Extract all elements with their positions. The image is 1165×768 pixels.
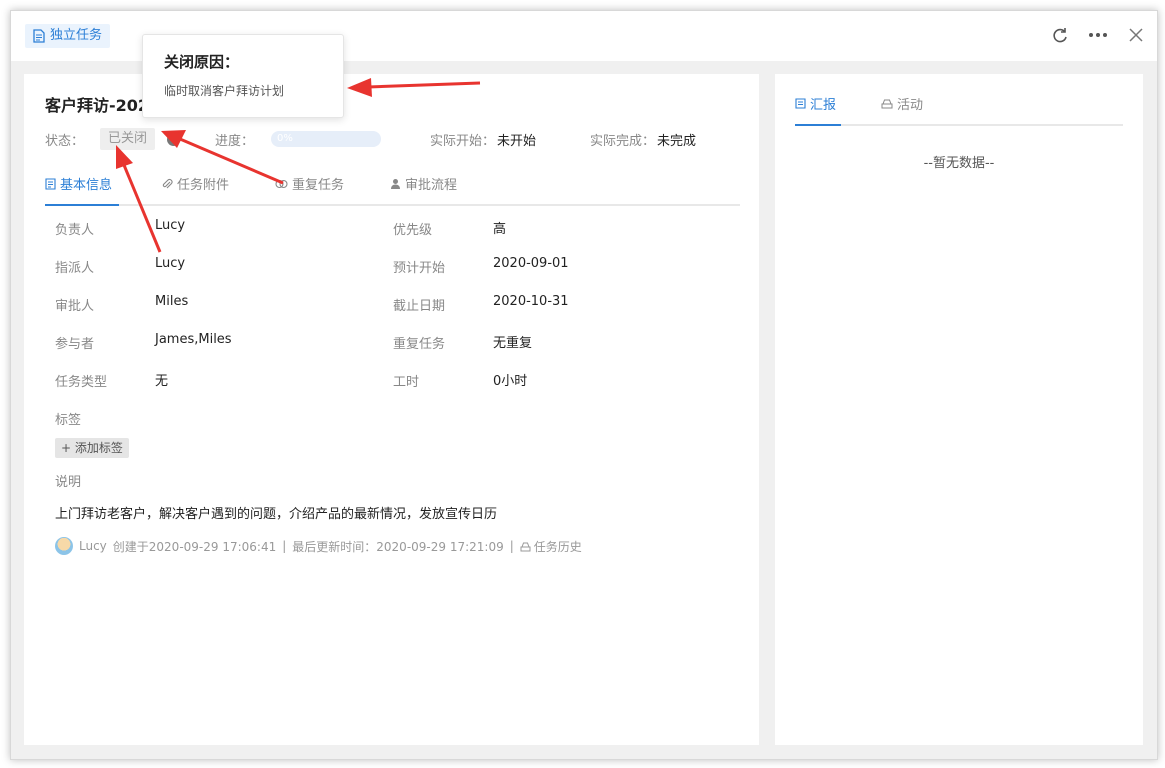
participants-value: James,Miles [155,332,232,347]
assigner-label: 指派人 [55,261,95,276]
owner-value: Lucy [155,218,186,233]
task-main-panel: 客户拜访-2020 状态： 已关闭 i 进度： 0% 实际开始： 未开始 实际完… [24,74,759,745]
actual-finish-label: 实际完成： [590,134,656,149]
detail-tabs: 基本信息 任务附件 重复任务 审批流程 [45,174,740,206]
task-history-label: 任务历史 [533,539,582,554]
document-icon [33,29,45,43]
tags-label: 标签 [55,413,82,428]
avatar [55,537,73,555]
footer-separator: | [282,539,287,553]
tab-attachments[interactable]: 任务附件 [161,174,229,204]
task-type-tag: 独立任务 [25,24,111,48]
add-tag-button[interactable]: + 添加标签 [55,438,129,458]
tab-report-label: 汇报 [810,98,837,113]
priority-label: 优先级 [393,223,433,238]
task-meta-row: 状态： 已关闭 i 进度： 0% 实际开始： 未开始 实际完成： 未完成 [45,128,735,150]
footer-user: Lucy [79,539,107,553]
progress-bar: 0% [271,131,381,147]
activity-icon [881,99,893,109]
task-detail-window: 独立任务 客户拜访-2020 状态： 已关闭 i 进度： 0% 实际开始： 未开… [10,10,1158,760]
actual-start-value: 未开始 [497,134,537,149]
right-tabs: 汇报 活动 [795,94,1123,126]
tab-report[interactable]: 汇报 [795,94,841,126]
refresh-icon[interactable] [1049,24,1071,46]
progress-label: 进度： [215,134,255,149]
task-footer-meta: Lucy 创建于2020-09-29 17:06:41 | 最后更新时间：202… [55,536,582,556]
info-icon[interactable]: i [167,133,180,146]
description-label: 说明 [55,475,82,490]
hours-label: 工时 [393,375,420,390]
tab-activity[interactable]: 活动 [881,94,923,124]
deadline-value: 2020-10-31 [493,294,569,309]
assigner-value: Lucy [155,256,186,271]
popover-body: 临时取消客户拜访计划 [164,84,285,98]
actual-finish-value: 未完成 [657,134,697,149]
tab-approval-flow-label: 审批流程 [405,178,458,193]
report-activity-panel: 汇报 活动 --暂无数据-- [775,74,1143,745]
tab-basic-info-label: 基本信息 [60,178,113,193]
document-icon [45,178,56,190]
status-label: 状态： [45,134,85,149]
history-icon [520,542,531,551]
footer-created: 创建于2020-09-29 17:06:41 [112,539,277,554]
tab-repeat-task-label: 重复任务 [292,178,345,193]
footer-updated: 最后更新时间：2020-09-29 17:21:09 [292,539,504,554]
task-type-field-value: 无 [155,374,169,389]
status-badge: 已关闭 [100,128,156,150]
empty-state-text: --暂无数据-- [923,156,995,171]
planned-start-label: 预计开始 [393,261,446,276]
planned-start-value: 2020-09-01 [493,256,569,271]
approver-label: 审批人 [55,299,95,314]
repeat-label: 重复任务 [393,337,446,352]
actual-start-label: 实际开始： [430,134,496,149]
task-type-field-label: 任务类型 [55,375,108,390]
priority-value: 高 [493,222,507,237]
owner-label: 负责人 [55,223,95,238]
progress-text: 0% [277,133,293,144]
user-icon [391,179,400,189]
paperclip-icon [162,178,173,189]
description-text: 上门拜访老客户，解决客户遇到的问题，介绍产品的最新情况，发放宣传日历 [55,507,498,522]
participants-label: 参与者 [55,337,95,352]
report-icon [795,98,806,109]
tab-attachments-label: 任务附件 [177,178,230,193]
repeat-icon [275,179,288,189]
task-history-link[interactable]: 任务历史 [520,538,582,555]
footer-separator: | [509,539,514,553]
close-icon[interactable] [1125,24,1147,46]
hours-value: 0小时 [493,374,528,389]
tab-basic-info[interactable]: 基本信息 [45,174,119,206]
deadline-label: 截止日期 [393,299,446,314]
tab-activity-label: 活动 [897,98,924,113]
tab-approval-flow[interactable]: 审批流程 [390,174,457,204]
approver-value: Miles [155,294,189,309]
tab-repeat-task[interactable]: 重复任务 [275,174,344,204]
more-icon[interactable] [1087,24,1109,46]
popover-title: 关闭原因： [164,53,240,71]
task-type-label: 独立任务 [50,28,103,43]
close-reason-popover: 关闭原因： 临时取消客户拜访计划 [142,34,344,118]
repeat-value: 无重复 [493,336,533,351]
